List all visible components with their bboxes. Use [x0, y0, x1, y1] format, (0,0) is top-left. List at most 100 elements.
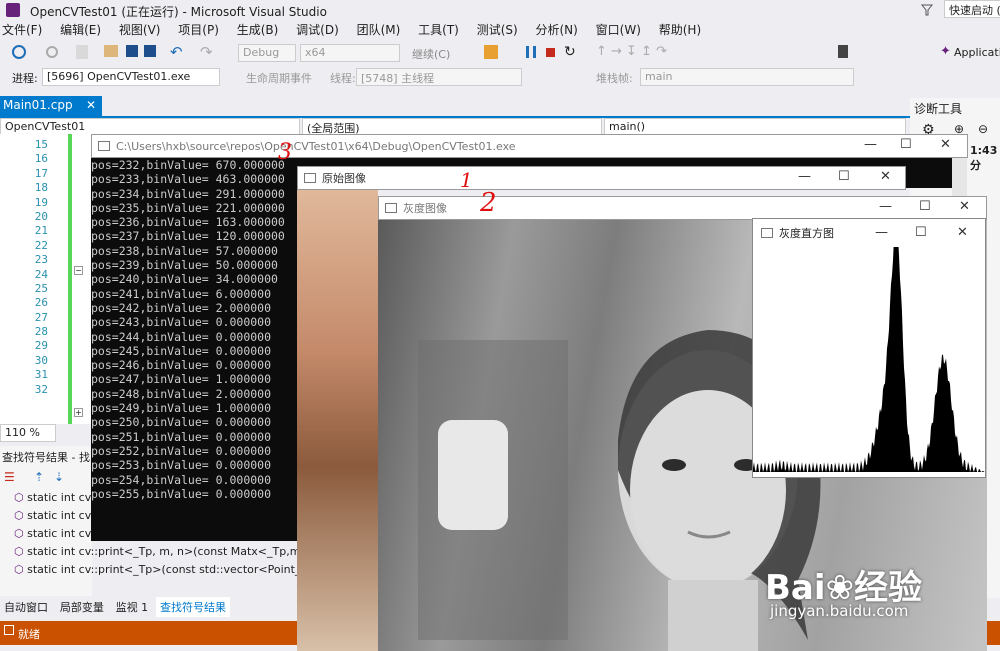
maximize-icon[interactable]: ☐ [915, 225, 927, 240]
console-title: C:\Users\hxb\source\repos\OpenCVTest01\x… [116, 139, 516, 153]
bookmark-icon[interactable] [838, 45, 848, 58]
original-window-title: 原始图像 [322, 172, 366, 185]
bottom-tab-strip: 自动窗口 局部变量 监视 1 查找符号结果 [0, 597, 300, 617]
zoom-select[interactable]: 110 % [0, 424, 56, 442]
zoom-out-icon[interactable]: ⊖ [978, 122, 988, 136]
new-item-icon[interactable] [76, 45, 88, 59]
clear-results-icon[interactable]: ☰ [4, 470, 15, 484]
open-folder-icon[interactable] [104, 45, 118, 57]
histogram-title: 灰度直方图 [779, 227, 834, 240]
collapse-icon[interactable]: − [74, 266, 83, 275]
vs-logo-icon [6, 3, 20, 17]
maximize-icon[interactable]: ☐ [919, 199, 931, 214]
menu-window[interactable]: 窗口(W) [596, 21, 641, 38]
thread-select[interactable]: [5748] 主线程 [356, 68, 522, 86]
diagnostics-title: 诊断工具 [914, 102, 963, 116]
minimize-icon[interactable]: — [864, 137, 877, 152]
platform-select[interactable]: x64 [300, 44, 400, 62]
menu-analyze[interactable]: 分析(N) [536, 21, 578, 38]
tab-locals[interactable]: 局部变量 [56, 597, 108, 617]
status-text: 就绪 [18, 628, 40, 641]
annotation-1: 1 [460, 168, 473, 192]
stop-icon[interactable] [546, 48, 555, 57]
minimize-icon[interactable]: — [875, 225, 888, 240]
close-icon[interactable]: ✕ [880, 169, 891, 184]
annotation-2: 2 [480, 188, 497, 218]
menu-debug[interactable]: 调试(D) [296, 21, 339, 38]
maximize-icon[interactable]: ☐ [900, 137, 912, 152]
change-bar [68, 134, 72, 424]
minimize-icon[interactable]: — [879, 199, 892, 214]
stack-select[interactable]: main [640, 68, 854, 86]
save-icon[interactable] [126, 45, 138, 57]
tab-find-symbol-results[interactable]: 查找符号结果 [155, 597, 230, 617]
standard-toolbar: ↶ ↷ Debug x64 继续(C) ↻ ↑ → ↧ ↥ ↷ ✦ Applic… [0, 40, 1000, 66]
histogram-app-icon [761, 228, 773, 238]
window-title: OpenCVTest01 (正在运行) - Microsoft Visual S… [30, 5, 327, 19]
step-icons[interactable]: ↑ → ↧ ↥ ↷ [596, 44, 667, 59]
maximize-icon[interactable]: ☐ [838, 169, 850, 184]
tab-watch[interactable]: 监视 1 [112, 597, 153, 617]
line-numbers: 15 16 17 18 19 20 21 22 23 24 25 26 27 28 29 30 31 3… [34, 138, 48, 396]
menu-build[interactable]: 生成(B) [237, 21, 279, 38]
continue-button[interactable]: 继续(C) [412, 46, 450, 62]
gray-window-title: 灰度图像 [403, 202, 447, 215]
gray-window-titlebar[interactable]: 灰度图像 — ☐ ✕ [378, 196, 987, 220]
menu-project[interactable]: 项目(P) [178, 21, 219, 38]
console-output: pos=232,binValue= 670.000000 pos=233,binV… [91, 158, 297, 541]
menu-team[interactable]: 团队(M) [357, 21, 401, 38]
list-item[interactable]: ⬡ static int cv::print<_Tp, m, n>(const … [14, 543, 320, 561]
find-results-title: 查找符号结果 - 找 [2, 451, 90, 464]
next-result-icon[interactable]: ⇣ [54, 470, 64, 484]
menu-test[interactable]: 测试(S) [477, 21, 518, 38]
tab-autos[interactable]: 自动窗口 [0, 597, 52, 617]
menu-help[interactable]: 帮助(H) [659, 21, 701, 38]
save-all-icon[interactable] [144, 45, 156, 57]
menu-tools[interactable]: 工具(T) [418, 21, 459, 38]
original-app-icon [304, 173, 316, 183]
forward-icon[interactable] [46, 46, 58, 58]
histogram-titlebar[interactable]: 灰度直方图 — ☐ ✕ [753, 219, 985, 247]
redo-icon[interactable]: ↷ [200, 43, 213, 61]
session-time: 1:43 分 [970, 144, 998, 172]
expand-icon[interactable]: + [74, 408, 83, 417]
debug-location-toolbar: 进程: [5696] OpenCVTest01.exe 生命周期事件 线程: [… [0, 66, 1000, 90]
histogram-window: 灰度直方图 — ☐ ✕ [752, 218, 986, 478]
thread-label: 线程: [330, 72, 356, 85]
prev-result-icon[interactable]: ⇡ [34, 470, 44, 484]
application-label[interactable]: Applicatio [954, 46, 1000, 59]
list-item[interactable]: ⬡ static int cv::print<_Tp>(const std::v… [14, 561, 322, 579]
close-icon[interactable]: ✕ [86, 98, 96, 112]
process-select[interactable]: [5696] OpenCVTest01.exe [42, 68, 220, 86]
original-window-titlebar[interactable]: 原始图像 — ☐ ✕ [297, 166, 906, 190]
lifecycle-events[interactable]: 生命周期事件 [246, 70, 312, 86]
menu-edit[interactable]: 编辑(E) [60, 21, 101, 38]
undo-icon[interactable]: ↶ [170, 43, 183, 61]
tab-label: Main01.cpp [3, 98, 73, 112]
pause-icon[interactable] [526, 46, 536, 58]
quick-launch-input[interactable]: 快速启动 (Ctrl [944, 0, 1000, 18]
lightning-icon[interactable] [484, 45, 498, 59]
close-icon[interactable]: ✕ [940, 137, 951, 152]
minimize-icon[interactable]: — [798, 169, 811, 184]
config-select[interactable]: Debug [238, 44, 296, 62]
console-app-icon [98, 141, 110, 151]
menu-bar: 文件(F) 编辑(E) 视图(V) 项目(P) 生成(B) 调试(D) 团队(M… [0, 21, 1000, 39]
console-titlebar[interactable]: C:\Users\hxb\source\repos\OpenCVTest01\x… [91, 134, 968, 158]
title-bar: OpenCVTest01 (正在运行) - Microsoft Visual S… [0, 0, 1000, 21]
menu-file[interactable]: 文件(F) [2, 21, 42, 38]
close-icon[interactable]: ✕ [959, 199, 970, 214]
back-icon[interactable] [12, 45, 26, 59]
menu-view[interactable]: 视图(V) [119, 21, 161, 38]
original-image [297, 190, 378, 651]
process-label: 进程: [12, 72, 38, 85]
stack-label: 堆栈帧: [596, 72, 633, 85]
close-icon[interactable]: ✕ [957, 225, 968, 240]
filter-icon[interactable] [920, 3, 934, 17]
lightbulb-icon[interactable]: ✦ [940, 44, 951, 59]
status-icon [4, 625, 14, 635]
annotation-3: 3 [278, 140, 292, 165]
gray-app-icon [385, 203, 397, 213]
restart-icon[interactable]: ↻ [564, 44, 576, 60]
tab-main-cpp[interactable]: Main01.cpp ✕ [0, 96, 102, 116]
